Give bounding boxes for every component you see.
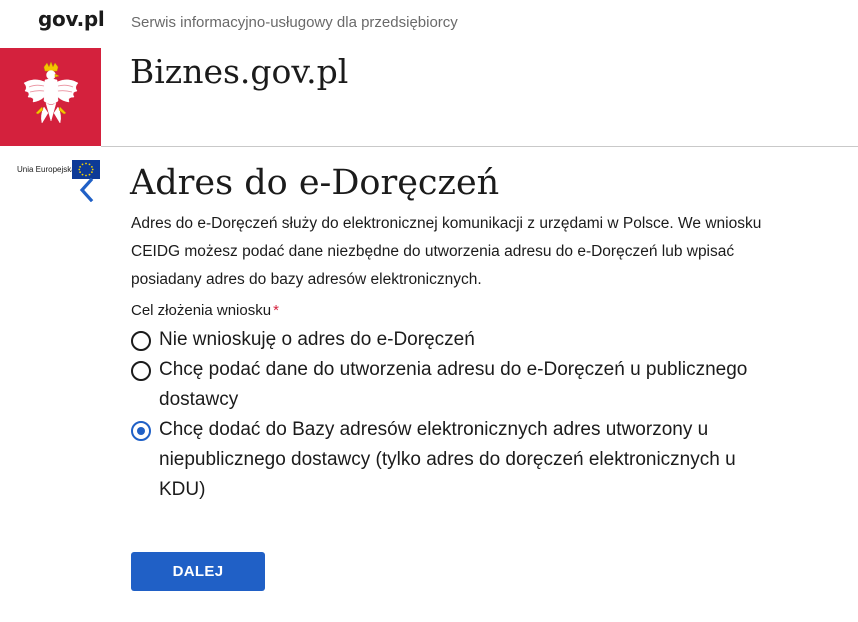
polish-white-eagle-icon	[23, 61, 78, 124]
gov-pl-logo[interactable]: gov.pl	[38, 7, 105, 31]
radio-circle-selected[interactable]	[131, 421, 151, 441]
next-button[interactable]: DALEJ	[131, 552, 265, 591]
intro-text: Adres do e-Doręczeń służy do elektronicz…	[131, 215, 762, 288]
page-title: Adres do e-Doręczeń	[130, 163, 500, 203]
required-asterisk: *	[273, 302, 279, 319]
eu-flag-icon	[72, 160, 100, 179]
site-title[interactable]: Biznes.gov.pl	[130, 52, 348, 91]
radio-circle[interactable]	[131, 331, 151, 351]
radio-option-public-provider[interactable]: Chcę podać dane do utworzenia adresu do …	[131, 355, 771, 415]
radio-label: Nie wnioskuję o adres do e-Doręczeń	[159, 329, 475, 350]
emblem-panel	[0, 48, 101, 146]
field-label-text: Cel złożenia wniosku	[131, 302, 272, 319]
chevron-left-icon[interactable]	[78, 178, 94, 202]
eu-label: Unia Europejska	[17, 165, 76, 174]
site-tagline: Serwis informacyjno-usługowy dla przedsi…	[131, 14, 458, 31]
radio-circle[interactable]	[131, 361, 151, 381]
radio-label: Chcę podać dane do utworzenia adresu do …	[159, 359, 748, 410]
header-divider	[101, 146, 858, 147]
radio-option-non-public-provider[interactable]: Chcę dodać do Bazy adresów elektroniczny…	[131, 415, 771, 505]
radio-label: Chcę dodać do Bazy adresów elektroniczny…	[159, 419, 736, 500]
field-label-purpose: Cel złożenia wniosku *	[131, 302, 279, 319]
radio-option-no-address[interactable]: Nie wnioskuję o adres do e-Doręczeń	[131, 325, 771, 355]
